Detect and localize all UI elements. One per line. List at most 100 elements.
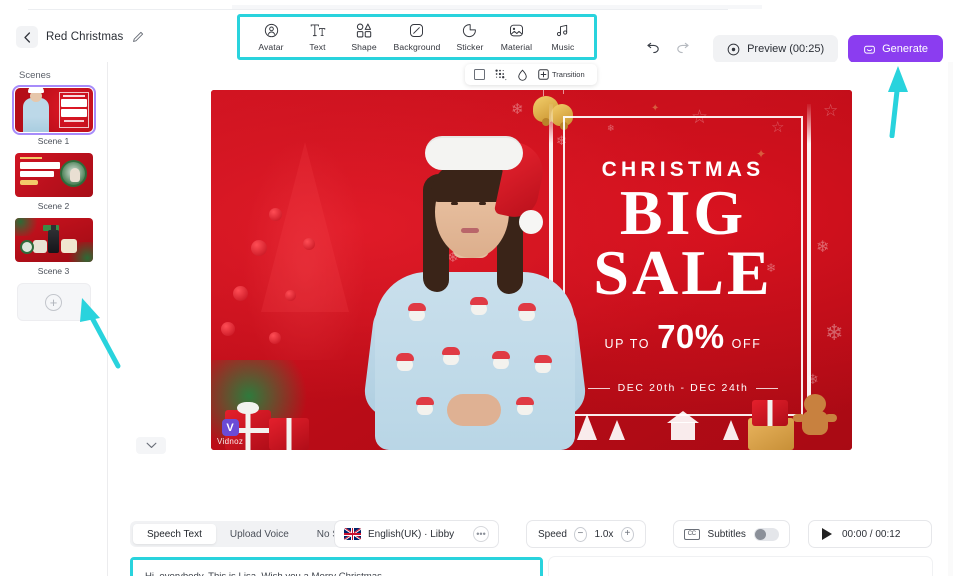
poster-dates-row: DEC 20th - DEC 24th [563,382,803,394]
uk-flag-icon [344,528,361,540]
gingerbread-man-decor [793,394,837,444]
video-canvas-stage[interactable]: ❄ ✦ ☆ ☆ ☆ ❄ ❄ ✦ ❄ ❄ ❄ ❄ ❄ ❄ ☆ ✦ [211,90,852,450]
santa-hat-brim [425,136,523,170]
vidnoz-watermark: V Vidnoz [217,419,243,446]
editor-body: Scenes Scene 1 Scene 2 Scene 3 + Transit… [0,62,955,576]
vidnoz-watermark-text: Vidnoz [217,437,244,446]
speech-line-1: Hi, everybody. This is Lisa. Wish you a … [145,570,528,576]
undo-arrow-icon [647,42,659,54]
scene-thumbnail-3[interactable] [14,218,93,262]
crop-square-icon [474,69,485,80]
generate-button[interactable]: Generate [848,35,943,63]
undo-button[interactable] [643,40,661,58]
scene-item-1[interactable]: Scene 1 [11,85,96,146]
text-tt-icon [310,22,326,39]
canvas-filter-button[interactable] [495,68,507,81]
preview-label: Preview (00:25) [747,43,825,55]
toolbar-item-background[interactable]: Background [394,22,441,52]
toolbar-item-shape[interactable]: Shape [347,22,381,52]
avatar-person-icon [264,22,279,39]
canvas-crop-button[interactable] [474,69,485,80]
tab-upload-voice[interactable]: Upload Voice [216,524,303,544]
subtitles-label: Subtitles [707,528,746,540]
scene-label-3: Scene 3 [37,266,70,276]
plus-circle-icon[interactable]: + [620,526,634,542]
avatar-presenter[interactable] [361,130,589,450]
toolbar-label-background: Background [393,42,441,52]
toolbar-item-avatar[interactable]: Avatar [254,22,288,52]
ellipsis-icon[interactable]: ••• [473,526,489,542]
poster-big-text: BIG [619,177,747,248]
page-scrollbar[interactable] [948,62,953,576]
element-toolbar: Avatar Text Shape Background Sticker Mat… [237,14,597,60]
star-decor: ✦ [651,103,660,114]
redo-button[interactable] [675,40,693,58]
preview-button[interactable]: Preview (00:25) [713,35,839,63]
playback-control[interactable]: 00:00 / 00:12 [808,520,932,548]
poster-off-label: OFF [731,337,762,351]
add-scene-button[interactable]: + [16,283,91,321]
toolbar-item-material[interactable]: Material [499,22,533,52]
top-page-strip [0,0,955,12]
scene-label-1: Scene 1 [37,136,70,146]
speech-textarea[interactable]: Hi, everybody. This is Lisa. Wish you a … [133,560,540,576]
poster-dates: DEC 20th - DEC 24th [617,382,749,394]
voice-name: English(UK) · Libby [368,528,455,540]
minus-circle-icon[interactable]: − [573,526,587,542]
poster-discount-row: UP TO 70% OFF [563,318,803,356]
speech-right-pane [549,557,932,576]
speed-value: 1.0x [594,528,614,540]
music-note-icon [555,22,570,39]
toolbar-item-sticker[interactable]: Sticker [453,22,487,52]
image-material-icon [509,22,524,39]
snowflake-decor: ❄ [511,101,524,118]
subtitles-toggle[interactable] [753,527,779,541]
toolbar-label-material: Material [500,42,533,52]
poster-sale-text: SALE [593,237,773,308]
poster-upto-label: UP TO [604,337,651,351]
chevron-left-icon [23,31,30,43]
playback-time: 00:00 / 00:12 [842,528,901,540]
toolbar-label-sticker: Sticker [456,42,484,52]
chevron-down-icon [146,442,156,448]
back-button[interactable] [16,26,38,48]
scene-item-2[interactable]: Scene 2 [14,153,93,211]
canvas-toolbar: Transition [465,64,597,85]
canvas-opacity-button[interactable] [517,69,528,81]
toolbar-item-text[interactable]: Text [301,22,335,52]
canvas-area: Transition ❄ ✦ ☆ ☆ ☆ ❄ ❄ ✦ ❄ ❄ ❄ ❄ ❄ ✦ C… [108,62,955,576]
poster-percent: 70% [657,318,725,355]
toolbar-label-text: Text [309,42,326,52]
snowflake-decor: ❄ [816,239,830,256]
scene-label-2: Scene 2 [37,201,70,211]
speed-label: Speed [538,528,567,540]
water-drop-opacity-icon [518,69,527,81]
speech-panel: Speech Text Upload Voice No Speech Engli… [108,454,955,576]
toolbar-label-avatar: Avatar [258,42,284,52]
halftone-dots-icon [495,68,507,80]
transition-plus-icon [538,69,549,80]
scene-thumbnail-1[interactable] [11,85,96,135]
edit-title-button[interactable] [131,30,145,44]
play-icon[interactable] [822,528,832,540]
pencil-icon [133,31,144,42]
header-left-group: Red Christmas [0,26,145,48]
scenes-title: Scenes [19,70,51,81]
scene-item-3[interactable]: Scene 3 [14,218,93,276]
tab-speech-text[interactable]: Speech Text [133,524,216,544]
vidnoz-logo-icon: V [221,419,239,436]
toolbar-label-music: Music [551,42,575,52]
video-generate-icon [864,45,875,54]
voice-selector[interactable]: English(UK) · Libby ••• [334,520,499,548]
scene-thumbnail-2[interactable] [14,153,93,197]
sticker-circle-icon [462,22,477,39]
star-outline-decor: ☆ [823,101,839,120]
toolbar-label-shape: Shape [351,42,377,52]
project-title: Red Christmas [46,31,124,43]
toolbar-item-music[interactable]: Music [546,22,580,52]
canvas-transition-button[interactable]: Transition [538,69,585,80]
poster-frame-right-line [807,104,811,434]
play-circle-icon [727,43,740,55]
collapse-panel-button[interactable] [136,437,166,454]
background-slash-square-icon [409,22,424,39]
